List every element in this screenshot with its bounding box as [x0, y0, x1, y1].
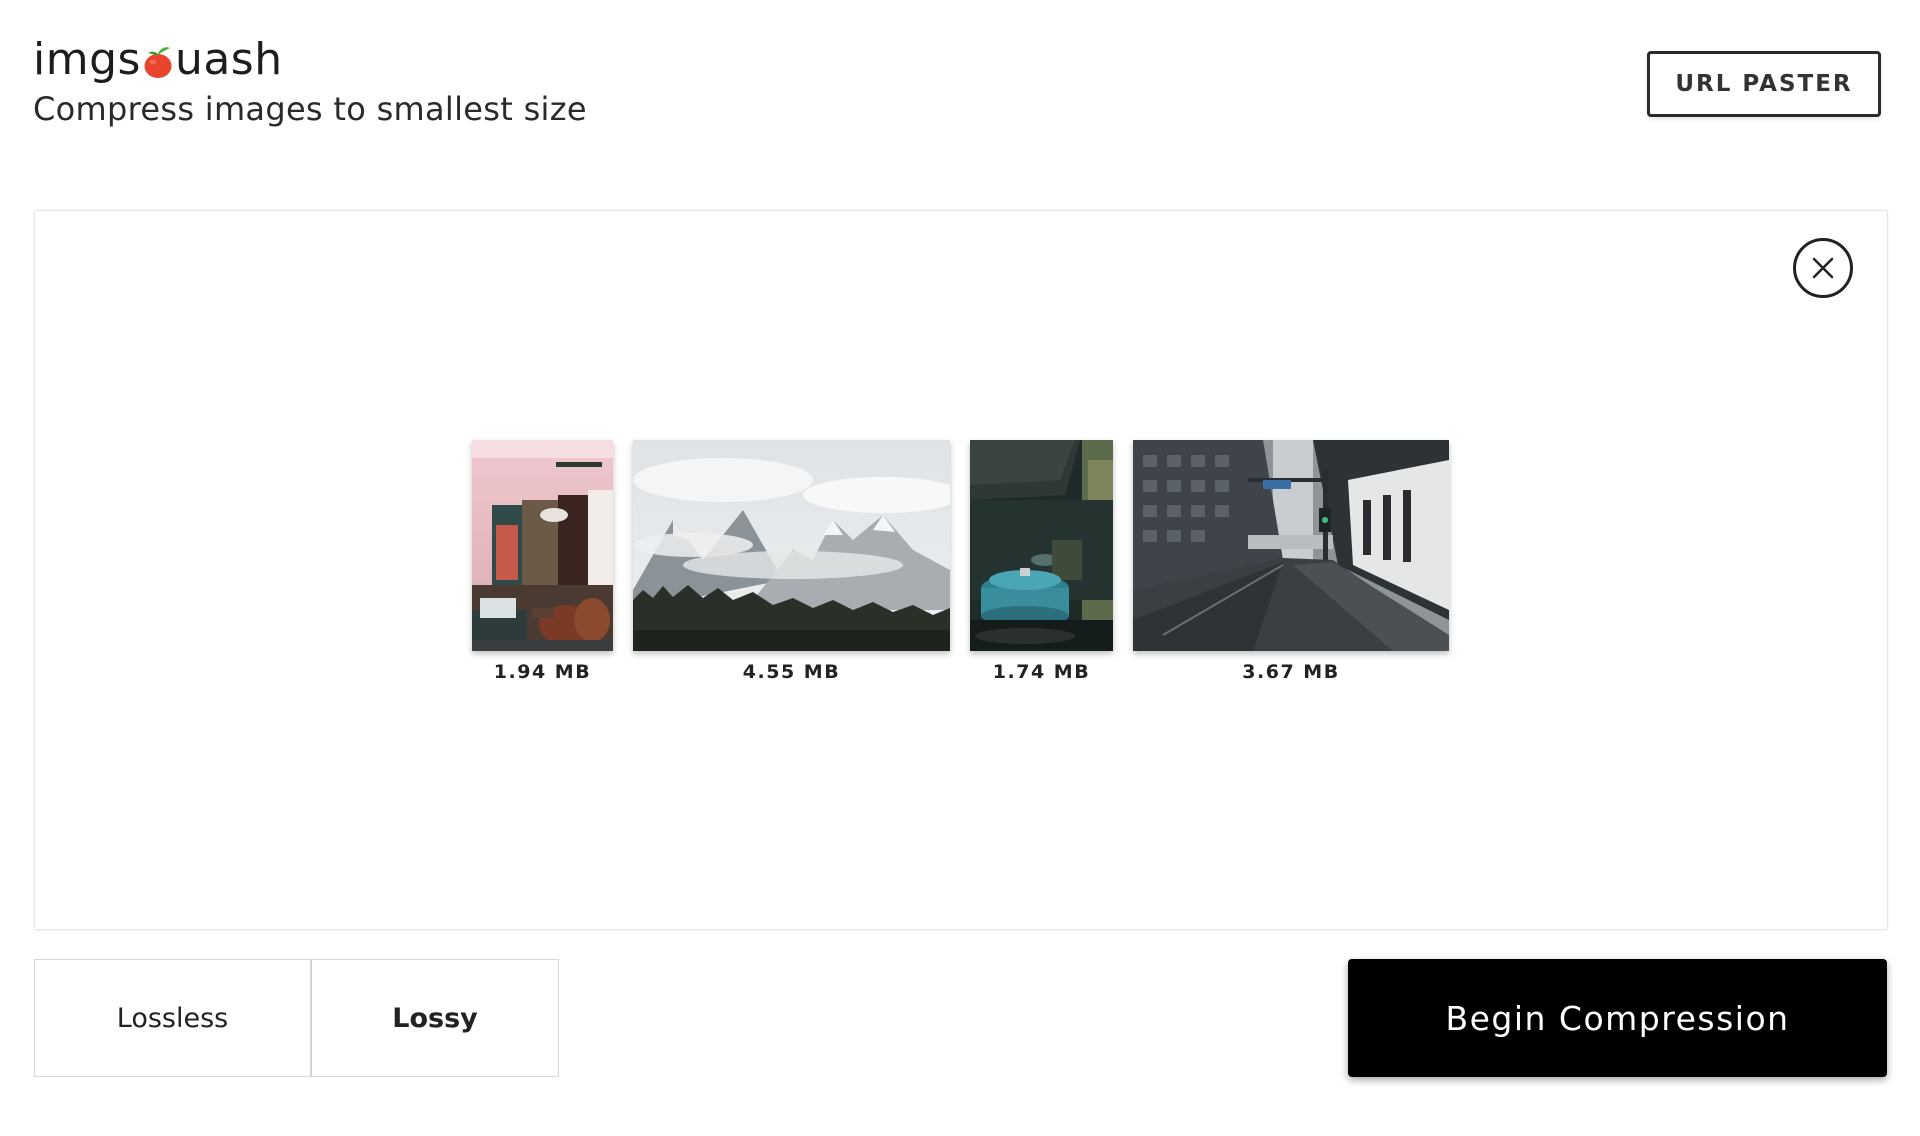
- file-size-label: 1.74 MB: [992, 661, 1091, 683]
- logo-text-right: uash: [174, 33, 283, 85]
- logo-text-left: imgs: [33, 33, 141, 85]
- url-paster-button[interactable]: URL PASTER: [1647, 51, 1881, 117]
- compression-mode-toggle: Lossless Lossy: [34, 959, 559, 1077]
- image-thumbnail[interactable]: 4.55 MB: [633, 440, 950, 683]
- mountains-photo: [633, 440, 950, 651]
- file-size-label: 1.94 MB: [493, 661, 592, 683]
- clear-images-button[interactable]: [1793, 238, 1853, 298]
- kitchen-photo: [970, 440, 1113, 651]
- lossy-option[interactable]: Lossy: [311, 959, 559, 1077]
- city-street-photo: [1133, 440, 1449, 651]
- image-thumbnail[interactable]: 1.94 MB: [472, 440, 613, 683]
- lossless-option[interactable]: Lossless: [34, 959, 311, 1077]
- tagline: Compress images to smallest size: [33, 90, 587, 128]
- logo: imgs uash: [33, 33, 283, 85]
- image-dropzone[interactable]: 1.94 MB 4.55 MB 1.74 MB 3.67 MB: [34, 210, 1888, 930]
- file-size-label: 3.67 MB: [1242, 661, 1340, 683]
- image-thumbnail[interactable]: 1.74 MB: [970, 440, 1113, 683]
- interior-photo: [472, 440, 613, 651]
- file-size-label: 4.55 MB: [742, 661, 841, 683]
- close-icon: [1812, 257, 1834, 279]
- tomato-icon: [144, 47, 172, 78]
- thumbnail-list: 1.94 MB 4.55 MB 1.74 MB 3.67 MB: [472, 440, 1449, 690]
- begin-compression-button[interactable]: Begin Compression: [1348, 959, 1887, 1077]
- image-thumbnail[interactable]: 3.67 MB: [1133, 440, 1449, 683]
